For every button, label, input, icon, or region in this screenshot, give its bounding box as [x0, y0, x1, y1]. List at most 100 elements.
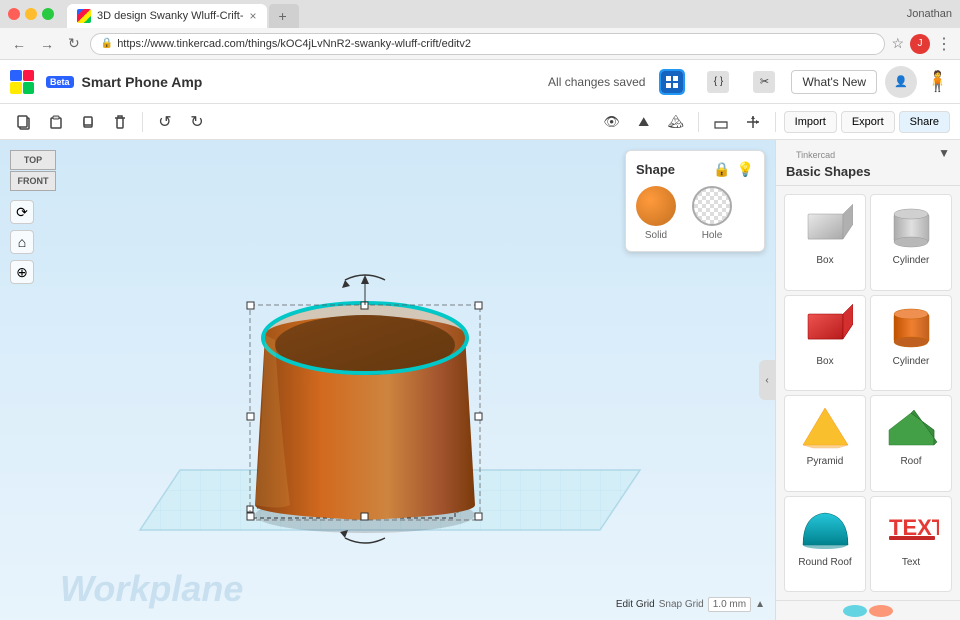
hole-label: Hole [702, 230, 723, 241]
home-icon[interactable]: ⌂ [10, 230, 34, 254]
logo-n [10, 82, 22, 94]
viewport-scene [80, 250, 660, 590]
maximize-btn[interactable] [42, 8, 54, 20]
solid-shape [636, 186, 676, 226]
scissors-icon: ✂ [753, 71, 775, 93]
back-btn[interactable]: ← [8, 34, 30, 54]
shape-panel: Shape 🔒 💡 Solid Hole [625, 150, 765, 252]
grid-toggle-btn[interactable] [707, 108, 735, 136]
minimize-btn[interactable] [25, 8, 37, 20]
solid-option[interactable]: Solid [636, 186, 676, 241]
3d-model-icon[interactable]: 🧍 [925, 69, 950, 94]
viewport[interactable]: TOP FRONT ⟳ ⌂ ⊕ [0, 140, 775, 620]
app-header: Beta Smart Phone Amp All changes saved {… [0, 60, 960, 104]
logo-i [23, 70, 35, 82]
next-shapes-preview [841, 603, 896, 619]
round-roof-label: Round Roof [798, 557, 851, 568]
cylinder-gray-label: Cylinder [893, 255, 930, 266]
address-bar[interactable]: 🔒 https://www.tinkercad.com/things/kOC4j… [90, 33, 886, 55]
shape-options: Solid Hole [636, 186, 754, 241]
shape-roof-green[interactable]: Roof [870, 395, 952, 492]
snap-info: Edit Grid Snap Grid 1.0 mm ▲ [616, 597, 765, 612]
undo-btn[interactable]: ↺ [151, 108, 179, 136]
view-top[interactable]: TOP [10, 150, 56, 170]
box-gray-icon [795, 201, 855, 251]
app-title: Smart Phone Amp [82, 74, 203, 90]
shape-cylinder-orange[interactable]: Cylinder [870, 295, 952, 392]
import-btn[interactable]: Import [784, 111, 837, 133]
round-roof-teal-icon [795, 503, 855, 553]
profile-btn[interactable]: 👤 [885, 66, 917, 98]
code-view-btn[interactable]: { } [699, 67, 737, 97]
share-btn[interactable]: Share [899, 111, 950, 133]
panel-title: Basic Shapes [786, 164, 871, 179]
url-text: https://www.tinkercad.com/things/kOC4jLv… [117, 38, 874, 50]
new-tab-icon: + [279, 8, 287, 24]
right-panel: Tinkercad ▼ Basic Shapes Box [775, 140, 960, 620]
pyramid-yellow-icon [795, 402, 855, 452]
menu-icon[interactable]: ⋮ [936, 34, 952, 54]
whats-new-btn[interactable]: What's New [791, 70, 877, 94]
collapse-panel-btn[interactable]: ‹ [759, 360, 775, 400]
view-cube: TOP FRONT [10, 150, 56, 191]
tab-favicon [77, 9, 91, 23]
close-btn[interactable] [8, 8, 20, 20]
text-shape-label: Text [902, 557, 920, 568]
shape-pyramid-yellow[interactable]: Pyramid [784, 395, 866, 492]
new-tab[interactable]: + [269, 4, 299, 28]
axis-btn[interactable] [739, 108, 767, 136]
cylinder-gray-icon [881, 201, 941, 251]
panel-arrow[interactable]: ▼ [938, 146, 950, 160]
nav-bar: ← → ↻ 🔒 https://www.tinkercad.com/things… [0, 28, 960, 60]
shape-box-red[interactable]: Box [784, 295, 866, 392]
rotate-icon[interactable]: ⟳ [10, 200, 34, 224]
snap-value: 1.0 mm [708, 597, 751, 612]
shape-box-gray[interactable]: Box [784, 194, 866, 291]
beta-badge: Beta [46, 76, 74, 88]
roof-label: Roof [900, 456, 921, 467]
logo-t [10, 70, 22, 82]
delete-btn[interactable] [106, 108, 134, 136]
duplicate-btn[interactable] [74, 108, 102, 136]
solid-label: Solid [645, 230, 667, 241]
shape-round-roof-teal[interactable]: Round Roof [784, 496, 866, 593]
shape-panel-title: Shape [636, 162, 675, 177]
cut-btn[interactable]: ✂ [745, 67, 783, 97]
paste-btn[interactable] [42, 108, 70, 136]
lock-icon: 🔒 [101, 38, 113, 49]
terrain2-btn[interactable]: 🏔 [662, 108, 690, 136]
snap-arrow[interactable]: ▲ [755, 599, 765, 610]
hole-shape [692, 186, 732, 226]
terrain-btn[interactable]: ⛰ [630, 108, 658, 136]
edit-grid-btn[interactable]: Edit Grid [616, 599, 655, 610]
shape-text-red[interactable]: TEXT Text [870, 496, 952, 593]
hole-option[interactable]: Hole [692, 186, 732, 241]
active-tab[interactable]: 3D design Swanky Wluff-Crift- × [67, 4, 267, 28]
tab-close-btn[interactable]: × [250, 9, 257, 23]
lock-panel-icon[interactable]: 🔒 [713, 161, 730, 178]
view-person-btn[interactable]: 👁 [598, 108, 626, 136]
copy-btn[interactable] [10, 108, 38, 136]
view-front[interactable]: FRONT [10, 171, 56, 191]
save-status: All changes saved [548, 75, 645, 89]
profile-icon[interactable]: J [910, 34, 930, 54]
info-panel-icon[interactable]: 💡 [737, 161, 754, 178]
cylinder-orange-icon [881, 302, 941, 352]
grid-view-btn[interactable] [653, 67, 691, 97]
export-btn[interactable]: Export [841, 111, 895, 133]
code-icon: { } [707, 71, 729, 93]
tinkercad-logo [10, 70, 34, 94]
reload-btn[interactable]: ↻ [64, 33, 84, 54]
redo-btn[interactable]: ↻ [183, 108, 211, 136]
box-red-icon [795, 302, 855, 352]
left-icons: ⟳ ⌂ ⊕ [10, 200, 34, 284]
box-gray-label: Box [816, 255, 833, 266]
target-icon[interactable]: ⊕ [10, 260, 34, 284]
pyramid-label: Pyramid [807, 456, 844, 467]
snap-grid-label: Snap Grid [659, 599, 704, 610]
cylinder-orange-label: Cylinder [893, 356, 930, 367]
shape-cylinder-gray[interactable]: Cylinder [870, 194, 952, 291]
tools-bar: ↺ ↻ 👁 ⛰ 🏔 Import Export Share [0, 104, 960, 140]
forward-btn[interactable]: → [36, 34, 58, 54]
bookmark-icon[interactable]: ☆ [891, 35, 904, 52]
